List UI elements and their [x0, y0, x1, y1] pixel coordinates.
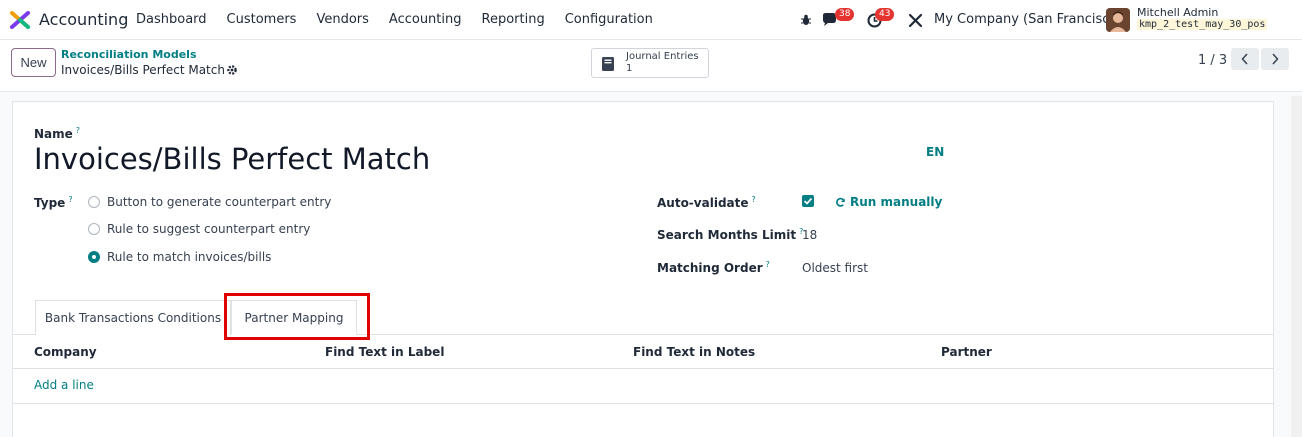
- activities-badge: 43: [875, 8, 895, 21]
- search-months-label: Search Months Limit?: [657, 227, 804, 242]
- menu-configuration[interactable]: Configuration: [565, 12, 653, 27]
- pager-next-button[interactable]: [1261, 48, 1289, 70]
- type-option-match[interactable]: Rule to match invoices/bills: [88, 250, 271, 264]
- column-find-text-in-notes[interactable]: Find Text in Notes: [633, 345, 755, 359]
- menu-vendors[interactable]: Vendors: [316, 12, 368, 27]
- accounting-app-icon[interactable]: [10, 11, 30, 29]
- app-name[interactable]: Accounting: [39, 10, 128, 29]
- top-navbar: Accounting Dashboard Customers Vendors A…: [0, 0, 1302, 40]
- breadcrumb-parent[interactable]: Reconciliation Models: [61, 48, 197, 61]
- tools-icon[interactable]: [907, 11, 923, 29]
- run-manually-button[interactable]: Run manually: [835, 195, 942, 209]
- main-menu: Dashboard Customers Vendors Accounting R…: [136, 12, 673, 27]
- smart-button-label: Journal Entries: [626, 51, 699, 62]
- search-months-field[interactable]: 18: [802, 228, 817, 242]
- tab-bank-transactions-conditions[interactable]: Bank Transactions Conditions: [35, 300, 231, 335]
- user-avatar[interactable]: [1106, 8, 1130, 32]
- database-name: kmp_2_test_may_30_pos: [1137, 19, 1268, 30]
- menu-dashboard[interactable]: Dashboard: [136, 12, 207, 27]
- add-a-line-link[interactable]: Add a line: [34, 378, 94, 392]
- company-switcher[interactable]: My Company (San Francisco): [934, 12, 1122, 27]
- radio-button[interactable]: [88, 223, 100, 235]
- vertical-scrollbar[interactable]: [1291, 96, 1302, 437]
- user-name[interactable]: Mitchell Admin: [1137, 6, 1218, 19]
- smart-button-value: 1: [626, 63, 633, 74]
- breadcrumb-current: Invoices/Bills Perfect Match: [61, 63, 225, 77]
- messages-badge: 38: [835, 8, 855, 21]
- radio-button[interactable]: [88, 196, 100, 208]
- name-field[interactable]: Invoices/Bills Perfect Match: [34, 142, 430, 176]
- new-button[interactable]: New: [11, 48, 56, 77]
- language-button[interactable]: EN: [926, 145, 944, 159]
- radio-button-selected[interactable]: [88, 251, 100, 263]
- help-marker[interactable]: ?: [76, 126, 80, 135]
- pager-previous-button[interactable]: [1231, 48, 1259, 70]
- check-icon: [803, 197, 813, 205]
- auto-validate-label: Auto-validate?: [657, 195, 756, 210]
- menu-reporting[interactable]: Reporting: [482, 12, 545, 27]
- book-icon: [602, 57, 614, 71]
- table-header-divider: [12, 368, 1274, 369]
- column-partner[interactable]: Partner: [941, 345, 992, 359]
- table-row-divider: [12, 403, 1274, 404]
- chevron-right-icon: [1272, 53, 1279, 65]
- chevron-left-icon: [1241, 53, 1248, 65]
- column-company[interactable]: Company: [34, 345, 97, 359]
- menu-customers[interactable]: Customers: [227, 12, 297, 27]
- type-option-label: Rule to suggest counterpart entry: [107, 222, 311, 236]
- refresh-icon: [836, 197, 845, 207]
- auto-validate-checkbox[interactable]: [802, 195, 814, 207]
- control-panel: New Reconciliation Models Invoices/Bills…: [0, 40, 1302, 92]
- type-option-button[interactable]: Button to generate counterpart entry: [88, 195, 331, 209]
- type-option-label: Rule to match invoices/bills: [107, 250, 272, 264]
- name-label: Name?: [34, 126, 81, 141]
- type-option-suggest[interactable]: Rule to suggest counterpart entry: [88, 222, 310, 236]
- help-marker[interactable]: ?: [752, 195, 756, 204]
- matching-order-field[interactable]: Oldest first: [802, 261, 868, 275]
- gear-icon[interactable]: [226, 64, 238, 76]
- matching-order-label: Matching Order?: [657, 260, 770, 275]
- type-option-label: Button to generate counterpart entry: [107, 195, 332, 209]
- run-manually-label: Run manually: [850, 195, 943, 209]
- menu-accounting[interactable]: Accounting: [389, 12, 462, 27]
- type-label: Type?: [34, 195, 73, 210]
- journal-entries-smart-button[interactable]: Journal Entries 1: [591, 48, 709, 78]
- pager-value[interactable]: 1 / 3: [1198, 53, 1227, 68]
- highlight-box: [224, 293, 370, 340]
- help-marker[interactable]: ?: [68, 195, 72, 204]
- help-marker[interactable]: ?: [766, 260, 770, 269]
- bug-icon[interactable]: [799, 11, 813, 29]
- column-find-text-in-label[interactable]: Find Text in Label: [325, 345, 444, 359]
